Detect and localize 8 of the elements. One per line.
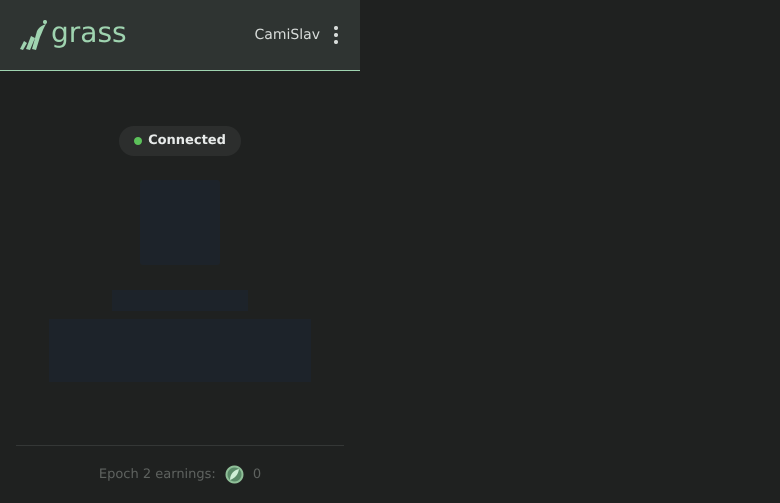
status-label: Connected — [148, 132, 226, 150]
username[interactable]: CamiSlav — [254, 24, 320, 46]
logo-icon — [18, 19, 48, 51]
logo-text: grass — [51, 19, 127, 47]
more-menu-icon[interactable] — [332, 25, 340, 45]
leaf-coin-icon — [224, 465, 244, 484]
earnings-label: Epoch 2 earnings: — [98, 466, 216, 484]
earnings-value: 0 — [252, 466, 262, 484]
